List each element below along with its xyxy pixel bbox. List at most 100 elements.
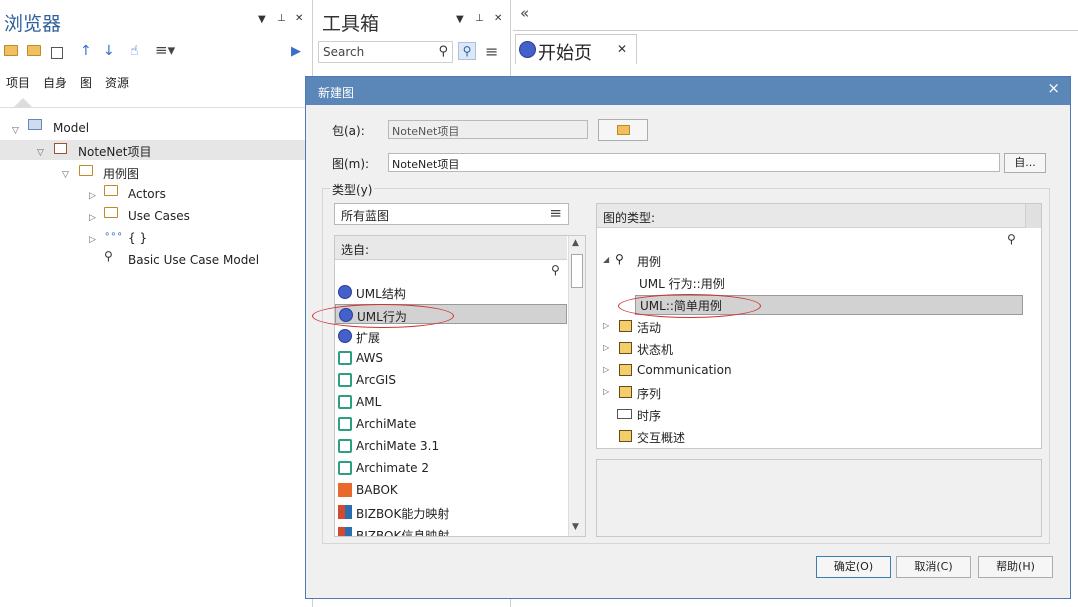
list-search-icon[interactable]: ⚲ (551, 263, 560, 277)
toolbox-title: 工具箱 (322, 13, 380, 35)
expand-arrow-icon[interactable]: ▷ (603, 365, 609, 374)
new-element-icon[interactable] (51, 47, 63, 59)
select-from-list[interactable]: 选自: ⚲ UML结构 UML行为 扩展 AWS ArcGIS AML Arch… (334, 235, 586, 537)
cancel-button[interactable]: 取消(C) (896, 556, 971, 578)
type-group-label: 类型(y) (330, 181, 375, 198)
list-item[interactable]: ArcGIS (335, 370, 567, 390)
mdg-icon (338, 417, 352, 431)
diagram-types-tree[interactable]: 图的类型: ⚲ ◢ ⚲ 用例 UML 行为::用例 UML::简单用例 ▷ 活动… (596, 203, 1042, 449)
new-folder-icon[interactable] (27, 45, 43, 61)
move-up-icon[interactable]: ↑ (80, 43, 92, 59)
browse-folder-icon (616, 125, 630, 135)
list-item[interactable]: BABOK (335, 480, 567, 500)
collapse-arrow-icon[interactable]: ◢ (603, 255, 609, 264)
auto-name-button[interactable]: 自... (1004, 153, 1046, 173)
header-scroll-area (1025, 204, 1041, 228)
state-machine-icon (619, 342, 632, 354)
tab-active-marker (14, 98, 32, 107)
toolbox-search-input[interactable]: Search ⚲ (318, 41, 453, 63)
list-item[interactable]: 扩展 (335, 326, 567, 346)
tab-diagram[interactable]: 图 (80, 74, 92, 91)
bizbok-icon (338, 505, 352, 519)
ok-button[interactable]: 确定(O) (816, 556, 891, 578)
touch-icon[interactable]: ☝ (130, 43, 139, 59)
list-item[interactable]: ArchiMate (335, 414, 567, 434)
start-page-tab[interactable]: 开始页 ✕ (515, 34, 637, 64)
actor-usecase-icon: ⚲ (104, 249, 113, 263)
diagram-types-header: 图的类型: (603, 211, 656, 225)
new-diagram-dialog: 新建图 × 包(a): NoteNet项目 图(m): NoteNet项目 自.… (305, 76, 1071, 599)
start-page-icon (519, 41, 536, 58)
list-item[interactable]: ArchiMate 3.1 (335, 436, 567, 456)
dialog-close-icon[interactable]: × (1047, 79, 1060, 97)
list-item[interactable]: Archimate 2 (335, 458, 567, 478)
search-icon[interactable]: ⚲ (438, 44, 448, 59)
expand-notenet-icon[interactable]: ▽ (37, 148, 44, 158)
scroll-thumb[interactable] (571, 254, 583, 288)
expand-actors-icon[interactable]: ▷ (89, 191, 96, 201)
toolbox-pin-icon[interactable]: ⊥ (475, 13, 484, 24)
tab-self[interactable]: 自身 (43, 74, 67, 91)
tab-project[interactable]: 项目 (6, 74, 30, 91)
mdg-icon (338, 439, 352, 453)
model-icon (28, 119, 42, 130)
toolbox-dropdown-icon[interactable]: ▼ (456, 14, 464, 25)
mdg-icon (338, 461, 352, 475)
expand-arrow-icon[interactable]: ▷ (603, 387, 609, 396)
new-package-icon[interactable] (4, 45, 20, 61)
find-icon[interactable]: ⚲ (458, 42, 476, 60)
tab-resources[interactable]: 资源 (105, 74, 129, 91)
browser-title: 浏览器 (4, 13, 62, 35)
list-item[interactable]: AWS (335, 348, 567, 368)
tree-item-actors[interactable]: Actors (128, 187, 166, 201)
expand-model-icon[interactable]: ▽ (12, 126, 19, 136)
expand-usecases-icon[interactable]: ▷ (89, 213, 96, 223)
uml-icon (338, 285, 352, 299)
description-area (596, 459, 1042, 537)
mdg-icon (338, 395, 352, 409)
tree-item-basic-use-case-model[interactable]: Basic Use Case Model (128, 253, 259, 267)
types-search-icon[interactable]: ⚲ (1007, 232, 1016, 246)
menu-icon[interactable]: ≡▾ (155, 41, 175, 59)
browser-pin-icon[interactable]: ⊥ (277, 13, 286, 24)
tree-item-use-cases[interactable]: Use Cases (128, 209, 190, 223)
annotation-circle-uml-behavior (312, 304, 454, 328)
move-down-icon[interactable]: ↓ (103, 43, 115, 59)
scroll-up-icon[interactable]: ▲ (572, 238, 579, 248)
tree-item-model[interactable]: Model (53, 121, 89, 135)
start-page-close-icon[interactable]: ✕ (617, 42, 627, 56)
dialog-title-bar: 新建图 × (306, 77, 1070, 105)
browser-dropdown-icon[interactable]: ▼ (258, 14, 266, 25)
tree-item-braces[interactable]: { } (128, 231, 147, 245)
collapse-icon[interactable]: « (520, 4, 529, 22)
toolbox-close-icon[interactable]: ✕ (494, 13, 502, 24)
list-scrollbar[interactable]: ▲ ▼ (568, 236, 585, 536)
browser-close-icon[interactable]: ✕ (295, 13, 303, 24)
list-item[interactable]: BIZBOK信息映射 (335, 524, 567, 536)
expand-usecase-icon[interactable]: ▽ (62, 170, 69, 180)
browser-panel (0, 0, 306, 607)
expand-braces-icon[interactable]: ▷ (89, 235, 96, 245)
select-from-header-bar: 选自: (335, 236, 567, 260)
help-button[interactable]: 帮助(H) (978, 556, 1053, 578)
expand-arrow-icon[interactable]: ▷ (603, 321, 609, 330)
mdg-icon (338, 351, 352, 365)
usecases-folder-icon (104, 207, 118, 218)
scroll-down-icon[interactable]: ▼ (572, 522, 579, 532)
tabstrip-line (513, 30, 1078, 31)
blueprint-select[interactable]: 所有蓝图 ≡ (334, 203, 569, 225)
actors-folder-icon (104, 185, 118, 196)
package-field: NoteNet项目 (388, 120, 588, 139)
usecase-folder-icon (79, 165, 93, 176)
list-item[interactable]: AML (335, 392, 567, 412)
list-item[interactable]: BIZBOK能力映射 (335, 502, 567, 522)
list-item[interactable]: UML结构 (335, 282, 567, 302)
tree-item-notenet[interactable]: NoteNet项目 (78, 143, 151, 160)
browse-package-button[interactable] (598, 119, 648, 141)
tree-item-usecase-diagram[interactable]: 用例图 (103, 165, 139, 182)
tree-row-selected (0, 140, 306, 160)
play-icon[interactable]: ▶ (291, 44, 301, 59)
toolbox-menu-icon[interactable]: ≡ (485, 42, 498, 61)
diagram-name-field[interactable]: NoteNet项目 (388, 153, 1000, 172)
expand-arrow-icon[interactable]: ▷ (603, 343, 609, 352)
